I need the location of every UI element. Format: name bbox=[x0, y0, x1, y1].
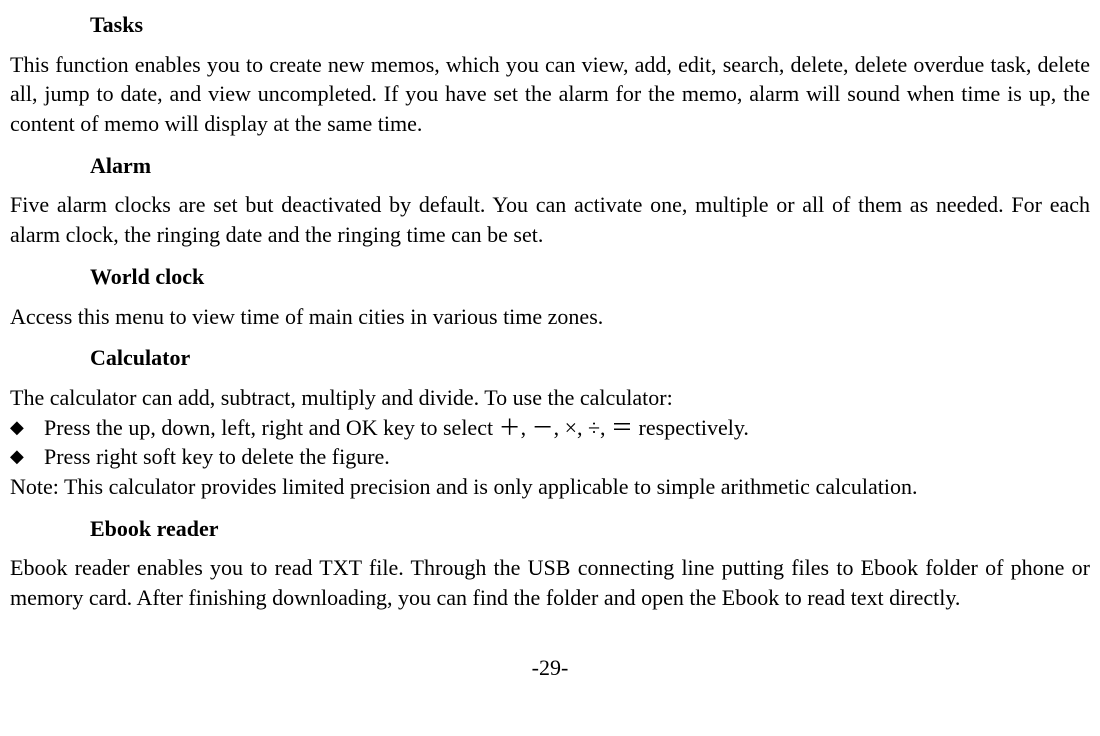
heading-calculator: Calculator bbox=[90, 343, 1090, 373]
paragraph-calculator-intro: The calculator can add, subtract, multip… bbox=[10, 383, 1090, 413]
heading-ebook: Ebook reader bbox=[90, 514, 1090, 544]
paragraph-calculator-note: Note: This calculator provides limited p… bbox=[10, 472, 1090, 502]
paragraph-ebook: Ebook reader enables you to read TXT fil… bbox=[10, 553, 1090, 612]
bullet-text-1: Press the up, down, left, right and OK k… bbox=[44, 413, 1090, 443]
paragraph-tasks: This function enables you to create new … bbox=[10, 50, 1090, 139]
diamond-bullet-icon: ◆ bbox=[10, 413, 44, 441]
page-number: -29- bbox=[10, 653, 1090, 683]
paragraph-alarm: Five alarm clocks are set but deactivate… bbox=[10, 190, 1090, 249]
bullet-item: ◆ Press right soft key to delete the fig… bbox=[10, 442, 1090, 472]
bullet-text-2: Press right soft key to delete the figur… bbox=[44, 442, 1090, 472]
heading-alarm: Alarm bbox=[90, 151, 1090, 181]
diamond-bullet-icon: ◆ bbox=[10, 442, 44, 470]
heading-world-clock: World clock bbox=[90, 262, 1090, 292]
heading-tasks: Tasks bbox=[90, 10, 1090, 40]
bullet-item: ◆ Press the up, down, left, right and OK… bbox=[10, 413, 1090, 443]
paragraph-world-clock: Access this menu to view time of main ci… bbox=[10, 302, 1090, 332]
